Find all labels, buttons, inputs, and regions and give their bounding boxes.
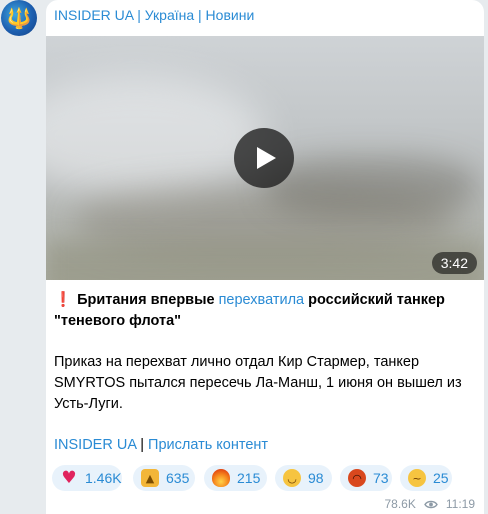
reaction-fire[interactable]: 215	[204, 465, 267, 491]
thinking-face-icon: ~	[408, 469, 426, 487]
fire-icon	[212, 469, 230, 487]
reaction-count: 215	[237, 470, 261, 486]
video-preview[interactable]: 3:42	[46, 36, 484, 280]
play-icon	[257, 147, 276, 169]
exclamation-icon: ❗	[54, 292, 73, 308]
headline-link[interactable]: перехватила	[219, 292, 305, 308]
thumbs-up-icon: ▲	[141, 469, 159, 487]
message-bubble: INSIDER UA | Україна | Новини 3:42 ❗ Брит…	[46, 0, 484, 514]
channel-name[interactable]: INSIDER UA | Україна | Новини	[54, 7, 254, 23]
message-time: 11:19	[445, 497, 475, 511]
grinning-face-icon: ◡	[283, 469, 301, 487]
reaction-count: 1.46K	[85, 470, 122, 486]
message-headline: ❗ Британия впервые перехватила российский…	[54, 290, 478, 332]
channel-avatar[interactable]: 🔱	[1, 0, 37, 36]
rage-face-icon: ◠	[348, 469, 366, 487]
message-body: Приказ на перехват лично отдал Кир Старм…	[54, 354, 462, 412]
reaction-thinking[interactable]: ~ 25	[400, 465, 452, 491]
trident-icon: 🔱	[6, 6, 32, 30]
message-meta: 78.6K 11:19	[385, 497, 476, 511]
play-button[interactable]	[234, 128, 294, 188]
reaction-grinning[interactable]: ◡ 98	[275, 465, 332, 491]
reaction-count: 635	[166, 470, 190, 486]
video-duration: 3:42	[431, 252, 477, 274]
red-heart-icon: ♥	[61, 467, 77, 488]
channel-link[interactable]: INSIDER UA	[54, 437, 136, 453]
reaction-count: 98	[308, 470, 324, 486]
reaction-count: 73	[373, 470, 389, 486]
footer-links: INSIDER UA | Прислать контент	[54, 437, 268, 453]
footer-separator: |	[140, 437, 144, 453]
reaction-count: 25	[433, 470, 449, 486]
submit-content-link[interactable]: Прислать контент	[148, 437, 268, 453]
view-count: 78.6K	[384, 497, 416, 511]
reaction-thumbs-up[interactable]: ▲ 635	[133, 465, 195, 491]
reaction-rage[interactable]: ◠ 73	[340, 465, 392, 491]
headline-text-1: Британия впервые	[77, 292, 215, 308]
reaction-heart[interactable]: ♥ 1.46K	[52, 465, 122, 491]
eye-icon	[424, 500, 438, 508]
